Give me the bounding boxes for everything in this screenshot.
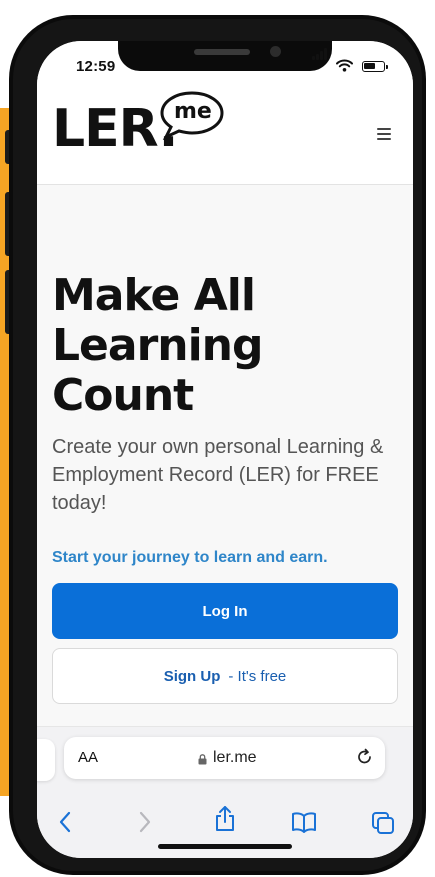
- earpiece-speaker: [194, 49, 250, 55]
- forward-icon[interactable]: [138, 811, 152, 833]
- text-size-button[interactable]: AA: [78, 749, 98, 766]
- share-icon[interactable]: [213, 805, 237, 833]
- signup-note: - It's free: [228, 667, 287, 685]
- bookmarks-icon[interactable]: [291, 811, 317, 833]
- status-time: 12:59: [76, 58, 116, 75]
- phone-screen: LER. me 12:59 Make All Learning Count Cr…: [37, 41, 413, 858]
- signup-button-label: Sign Up: [163, 667, 221, 685]
- back-icon[interactable]: [58, 811, 72, 833]
- front-camera: [270, 46, 281, 57]
- browser-toolbar: AA ler.me: [37, 726, 413, 858]
- wifi-icon: [336, 59, 353, 72]
- login-button-label: Log In: [202, 602, 248, 620]
- hero-subtitle: Create your own personal Learning & Empl…: [52, 436, 384, 514]
- phone-notch: [118, 41, 332, 71]
- journey-link[interactable]: Start your journey to learn and earn.: [52, 549, 328, 567]
- reload-icon[interactable]: [356, 748, 374, 766]
- url-display[interactable]: ler.me: [198, 749, 257, 767]
- hamburger-menu-icon[interactable]: [377, 128, 391, 141]
- hero-title: Make All Learning Count: [52, 270, 264, 421]
- text-size-label: AA: [78, 749, 99, 766]
- address-bar[interactable]: AA ler.me: [64, 737, 385, 779]
- site-logo[interactable]: LER. me: [52, 91, 224, 155]
- tabs-icon[interactable]: [371, 811, 395, 835]
- battery-icon: [362, 61, 388, 72]
- signup-button[interactable]: Sign Up - It's free: [52, 648, 398, 704]
- login-button[interactable]: Log In: [52, 583, 398, 639]
- home-indicator[interactable]: [158, 844, 292, 849]
- logo-bubble-text: me: [174, 99, 212, 124]
- url-text: ler.me: [213, 749, 257, 766]
- previous-tab-preview[interactable]: [37, 739, 55, 781]
- lock-icon: [198, 753, 207, 764]
